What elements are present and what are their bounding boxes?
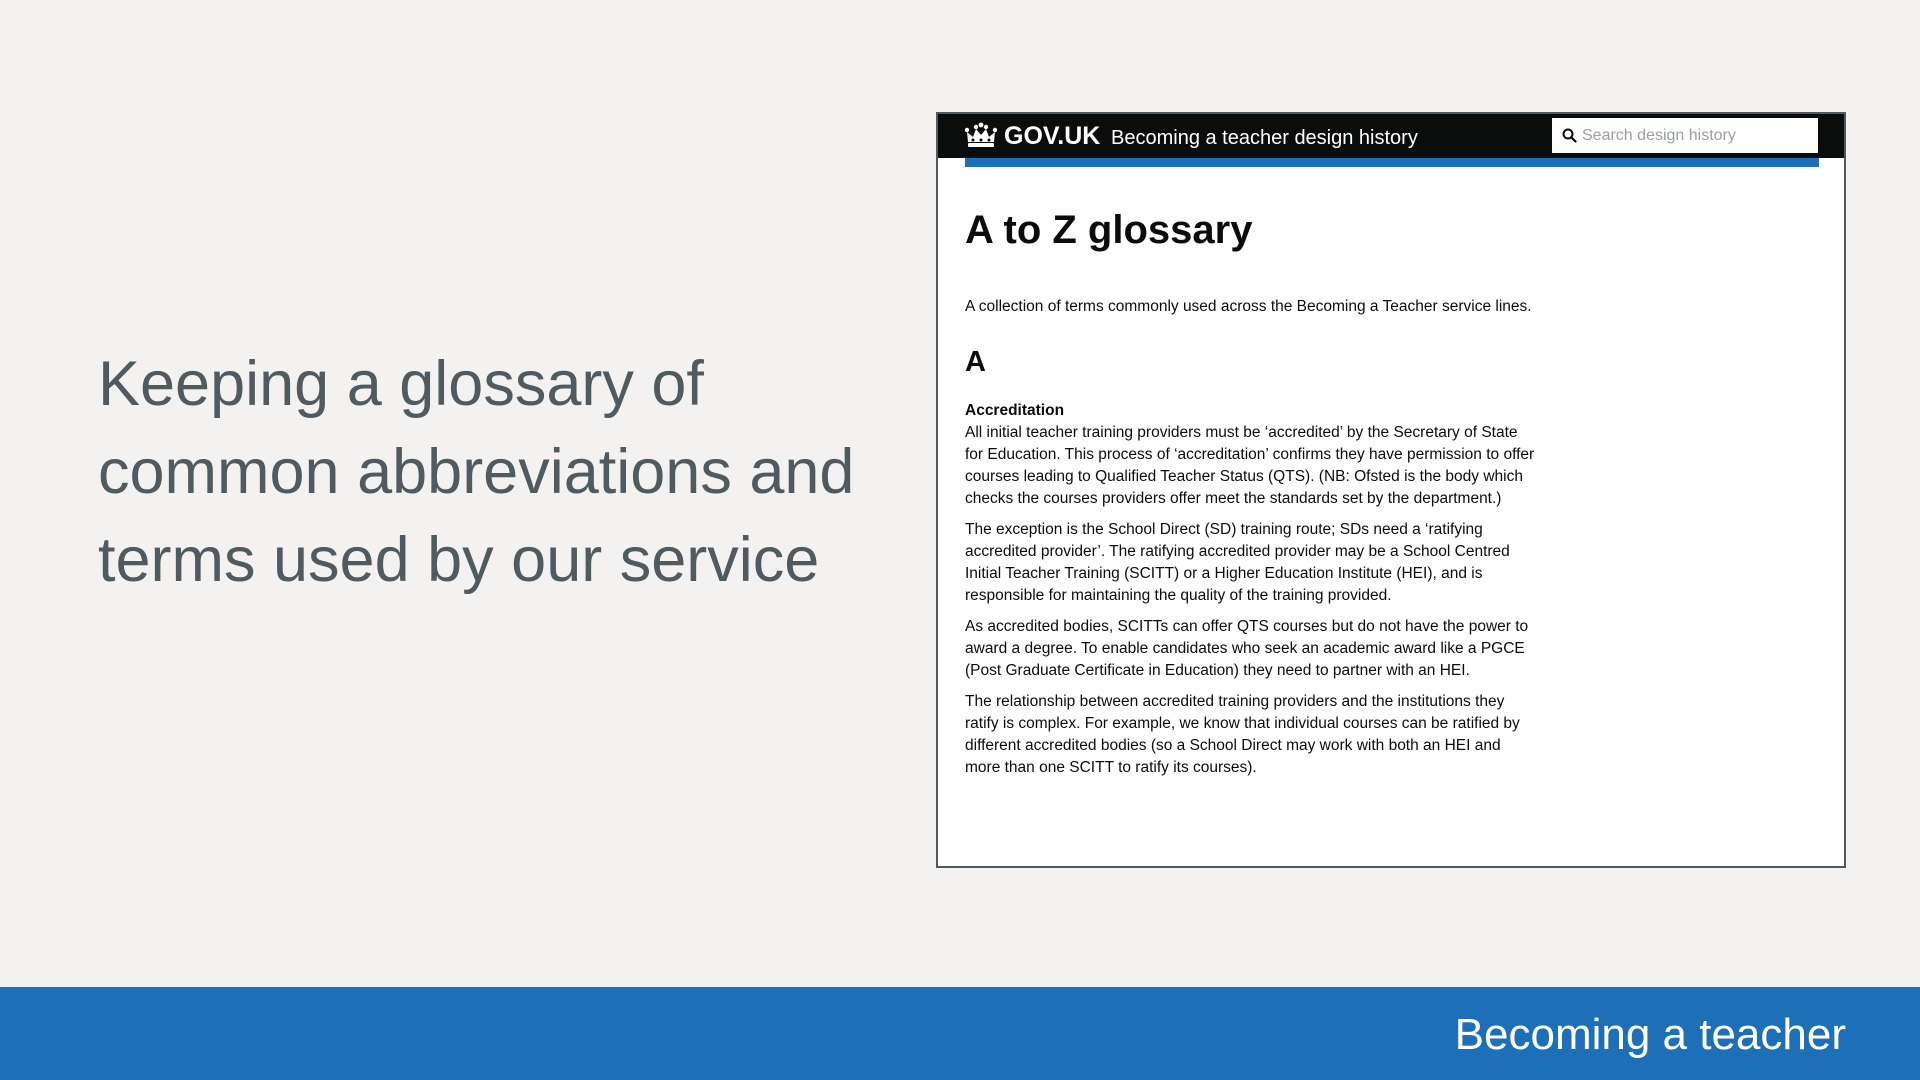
term-paragraph: As accredited bodies, SCITTs can offer Q… <box>965 618 1529 679</box>
govuk-header: GOV.UK Becoming a teacher design history <box>938 114 1844 158</box>
term-paragraph: All initial teacher training providers m… <box>965 424 1535 507</box>
glossary-content: A to Z glossary A collection of terms co… <box>965 206 1535 788</box>
intro-paragraph: A collection of terms commonly used acro… <box>965 298 1532 315</box>
footer-band: Becoming a teacher <box>0 987 1920 1080</box>
section-letter-a: A <box>965 346 986 378</box>
search-input[interactable] <box>1582 118 1812 153</box>
service-name-link[interactable]: Becoming a teacher design history <box>1111 125 1418 151</box>
crown-icon <box>964 122 998 147</box>
glossary-screenshot: GOV.UK Becoming a teacher design history… <box>936 112 1846 868</box>
search-box[interactable] <box>1552 118 1818 153</box>
page-title: A to Z glossary <box>965 208 1253 252</box>
header-accent-bar <box>965 158 1819 167</box>
search-icon <box>1562 128 1577 143</box>
term-heading-accreditation: Accreditation <box>965 402 1065 419</box>
term-paragraph: The relationship between accredited trai… <box>965 693 1520 776</box>
govuk-logotype[interactable]: GOV.UK <box>1004 121 1100 151</box>
footer-brand-label: Becoming a teacher <box>1454 1010 1846 1059</box>
slide-headline: Keeping a glossary of common abbreviatio… <box>98 349 855 595</box>
term-paragraph: The exception is the School Direct (SD) … <box>965 521 1510 604</box>
